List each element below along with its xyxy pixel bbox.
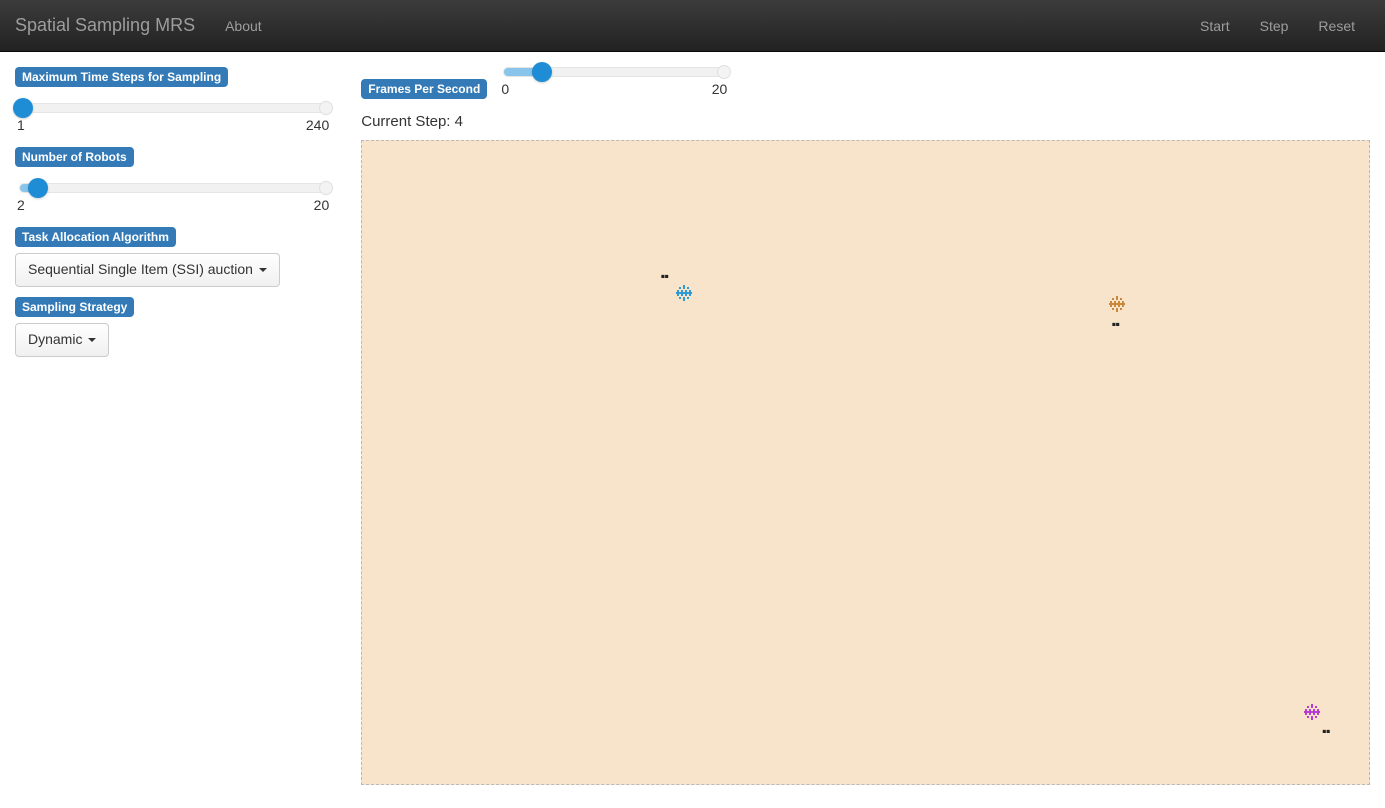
slider-end (319, 181, 333, 195)
navbar-brand[interactable]: Spatial Sampling MRS (15, 0, 210, 51)
slider-handle[interactable] (13, 98, 33, 118)
simulation-canvas: ▪▪ ▪▪ ▪▪ (361, 140, 1370, 785)
strategy-dropdown[interactable]: Dynamic (15, 323, 109, 357)
robot-0 (676, 285, 692, 301)
nav-step[interactable]: Step (1245, 3, 1304, 49)
algorithm-dropdown[interactable]: Sequential Single Item (SSI) auction (15, 253, 280, 287)
strategy-selected: Dynamic (28, 330, 82, 350)
robot-2-trail: ▪▪ (1322, 728, 1330, 733)
fps-slider[interactable] (503, 67, 725, 77)
max-steps-label: Maximum Time Steps for Sampling (15, 67, 228, 87)
slider-end (717, 65, 731, 79)
fps-row: Frames Per Second 0 20 (361, 67, 1370, 105)
slider-handle[interactable] (532, 62, 552, 82)
num-robots-slider[interactable] (19, 183, 327, 193)
robot-1 (1109, 296, 1125, 312)
max-steps-max: 240 (306, 117, 329, 133)
param-num-robots: Number of Robots 2 20 (15, 147, 331, 213)
num-robots-min: 2 (17, 197, 25, 213)
fps-label: Frames Per Second (361, 79, 487, 99)
current-step: Current Step: 4 (361, 113, 1370, 130)
fps-max: 20 (712, 81, 728, 97)
navbar: Spatial Sampling MRS About Start Step Re… (0, 0, 1385, 52)
current-step-value: 4 (455, 113, 463, 130)
caret-down-icon (88, 338, 96, 342)
algorithm-selected: Sequential Single Item (SSI) auction (28, 260, 253, 280)
strategy-label: Sampling Strategy (15, 297, 134, 317)
param-strategy: Sampling Strategy Dynamic (15, 297, 331, 367)
num-robots-max: 20 (314, 197, 330, 213)
nav-start[interactable]: Start (1185, 3, 1245, 49)
fps-min: 0 (501, 81, 509, 97)
robot-1-trail: ▪▪ (1111, 321, 1119, 326)
slider-end (319, 101, 333, 115)
main: Frames Per Second 0 20 Current Step: (346, 67, 1385, 785)
max-steps-slider[interactable] (19, 103, 327, 113)
sidebar: Maximum Time Steps for Sampling 1 240 Nu… (0, 67, 346, 785)
slider-handle[interactable] (28, 178, 48, 198)
nav-reset[interactable]: Reset (1303, 3, 1370, 49)
navbar-left: About (210, 3, 277, 49)
navbar-right: Start Step Reset (1185, 3, 1370, 49)
num-robots-label: Number of Robots (15, 147, 134, 167)
max-steps-min: 1 (17, 117, 25, 133)
robot-0-trail: ▪▪ (660, 274, 668, 279)
param-algorithm: Task Allocation Algorithm Sequential Sin… (15, 227, 331, 297)
caret-down-icon (259, 268, 267, 272)
nav-about[interactable]: About (210, 3, 277, 49)
algorithm-label: Task Allocation Algorithm (15, 227, 176, 247)
param-max-steps: Maximum Time Steps for Sampling 1 240 (15, 67, 331, 133)
current-step-label: Current Step: (361, 113, 450, 130)
robot-2 (1304, 704, 1320, 720)
